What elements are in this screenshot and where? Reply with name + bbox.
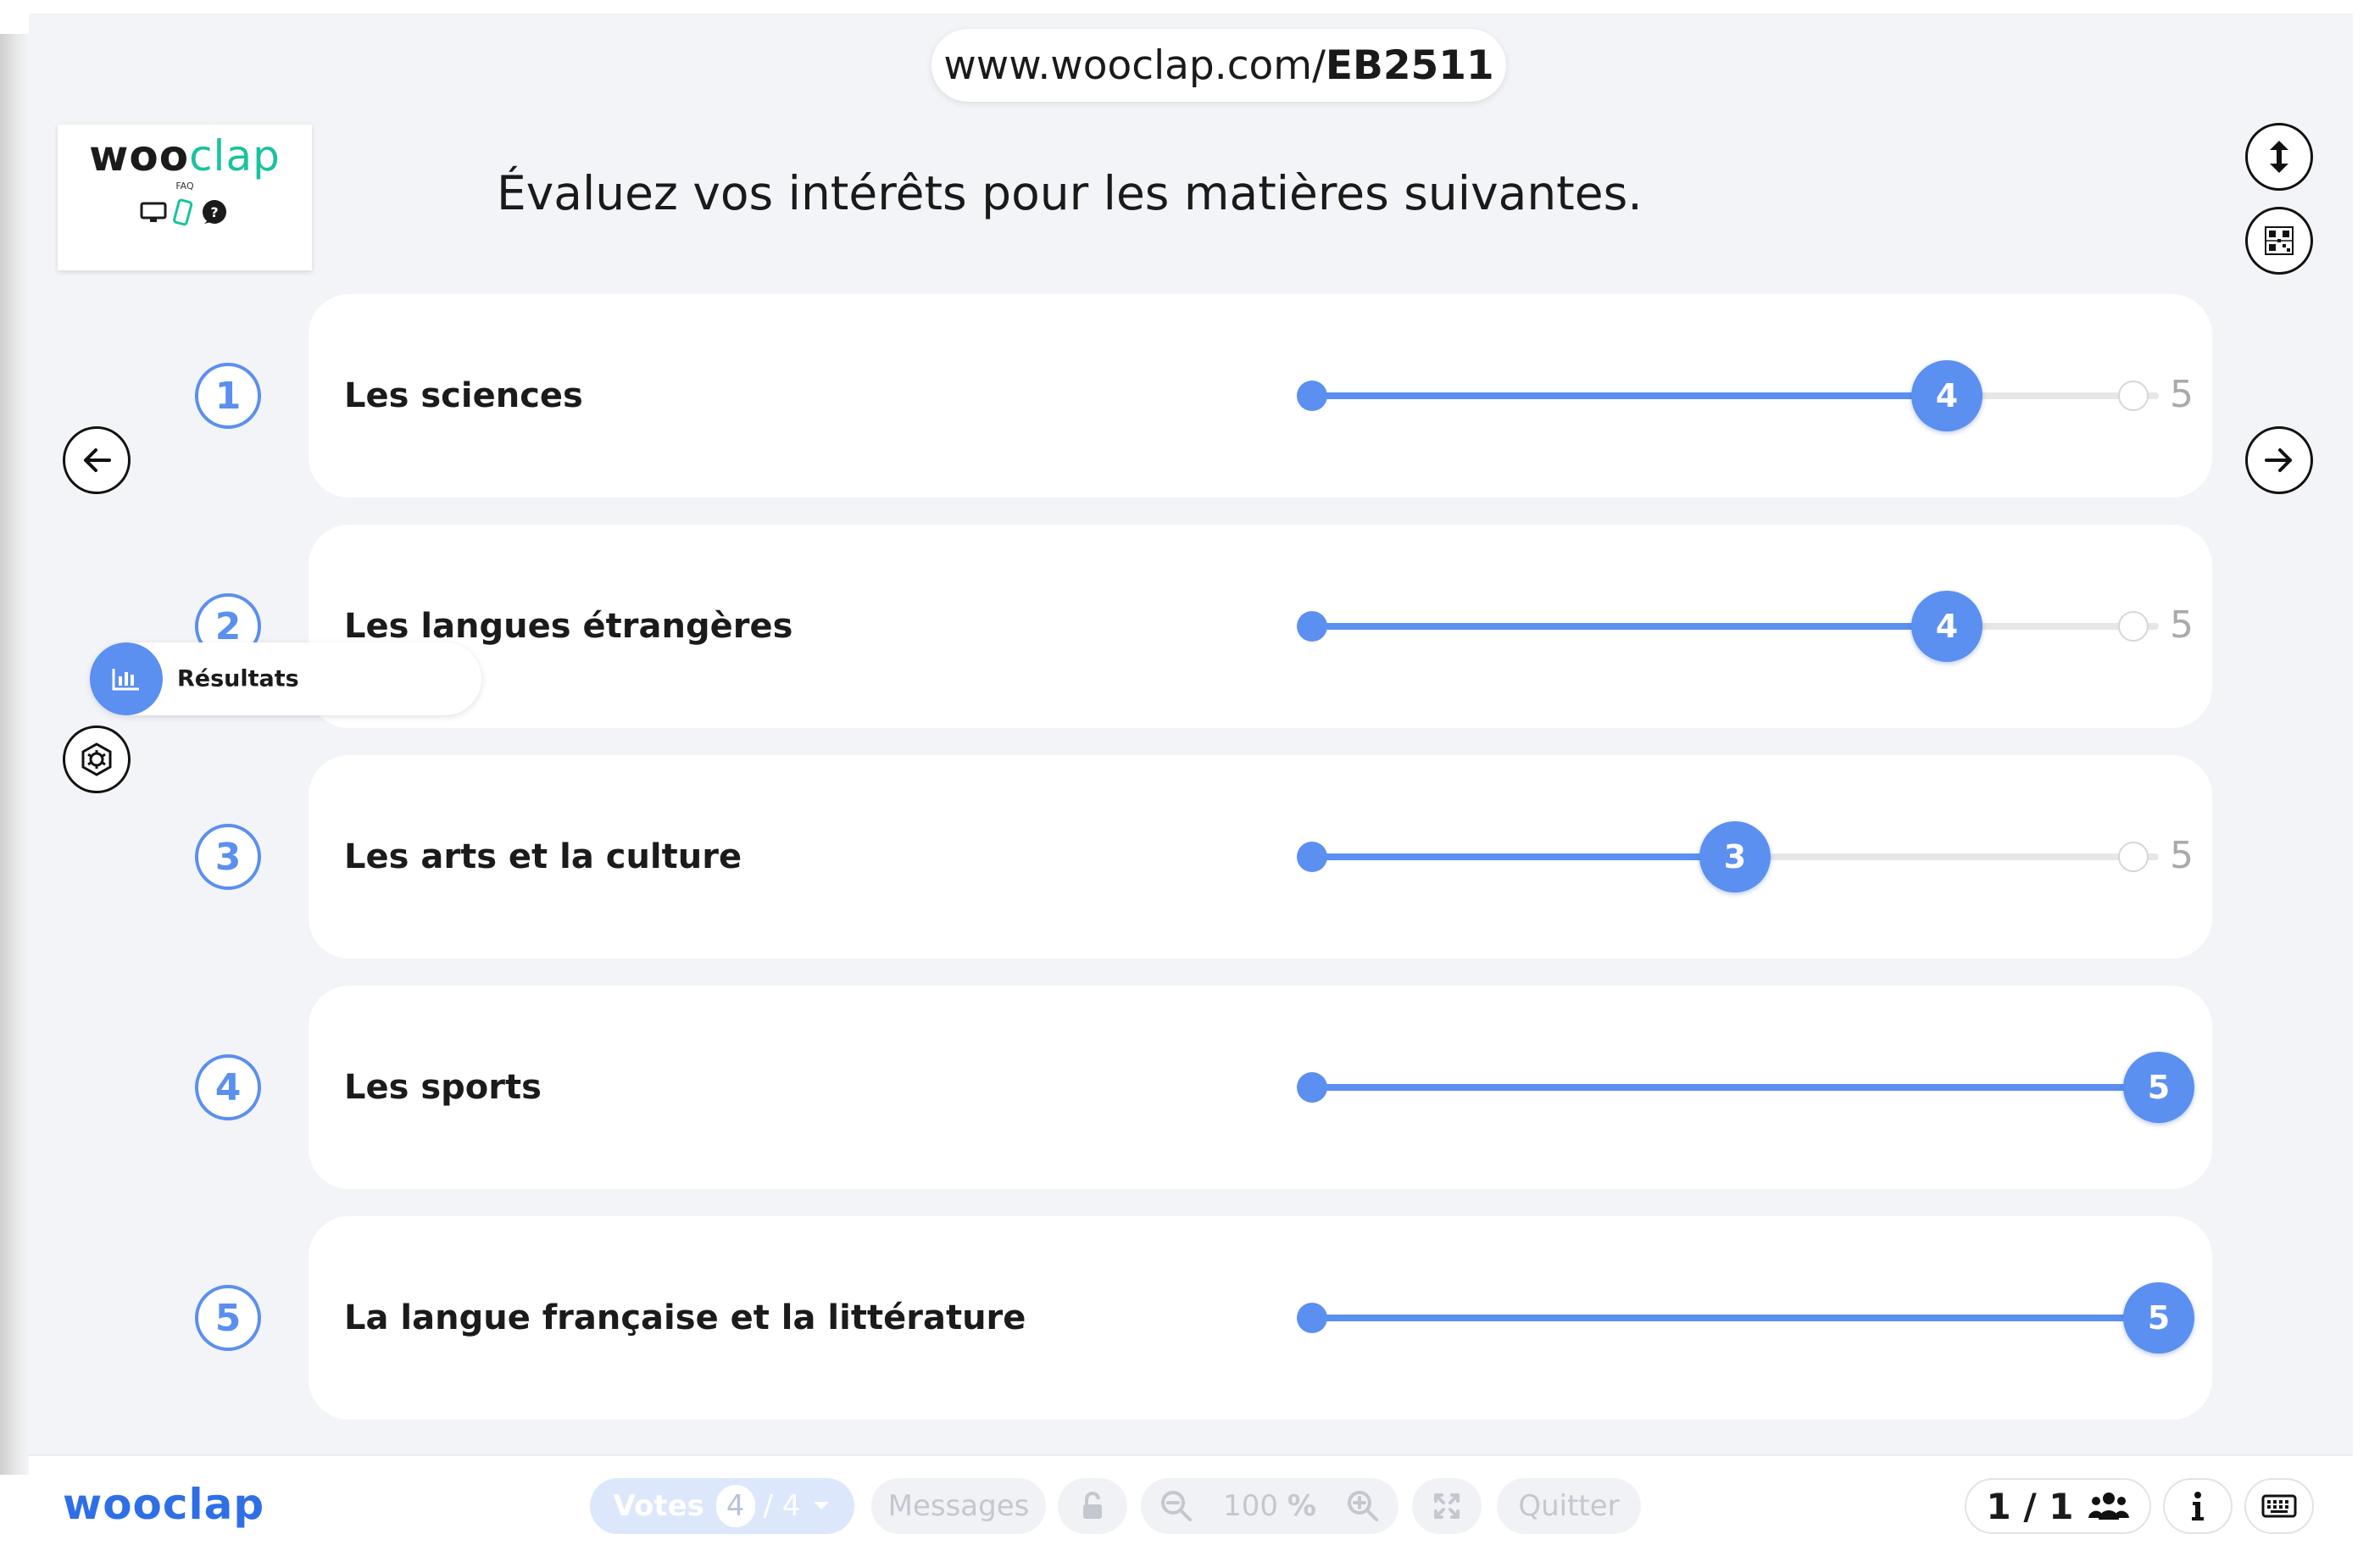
zoom-controls: 100 % <box>1141 1478 1399 1534</box>
wooclap-brand: wooclap <box>63 1480 265 1529</box>
participants-count: 1 / 1 <box>1986 1485 2074 1527</box>
device-icons: ? <box>140 198 230 227</box>
slider-start-dot <box>1297 611 1327 642</box>
users-icon <box>2088 1493 2129 1520</box>
slider-max-label: 5 <box>2170 373 2194 416</box>
keyboard-shortcuts-button[interactable] <box>2244 1478 2314 1534</box>
rating-row: Les sciences 5 4 <box>309 294 2212 498</box>
item-number-badge: 3 <box>195 824 261 890</box>
votes-toggle[interactable]: Votes 4 / 4 <box>590 1478 854 1534</box>
rating-slider-track[interactable] <box>1311 1315 2159 1321</box>
slider-max-label: 5 <box>2170 603 2194 647</box>
question-title: Évaluez vos intérêts pour les matières s… <box>497 166 1643 220</box>
arrow-left-icon <box>84 448 111 472</box>
rating-row: Les langues étrangères 5 4 <box>309 525 2212 728</box>
rating-slider-handle[interactable]: 3 <box>1699 821 1771 892</box>
vertical-arrows-icon <box>2270 141 2288 173</box>
arrow-right-icon <box>2265 448 2292 472</box>
event-code: EB2511 <box>1325 42 1494 89</box>
item-label: Les sports <box>344 1068 542 1107</box>
wooclap-faq-card[interactable]: wooclap FAQ ? <box>58 125 312 270</box>
join-url: www.wooclap.com/EB2511 <box>931 29 1506 102</box>
rating-row: La langue française et la littérature 5 <box>309 1216 2212 1420</box>
messages-label: Messages <box>887 1489 1030 1523</box>
unlock-icon <box>1083 1492 1102 1519</box>
votes-total: / 4 <box>763 1489 801 1523</box>
rating-slider-fill <box>1311 853 1735 860</box>
votes-label: Votes <box>613 1489 704 1523</box>
phone-icon <box>173 198 193 226</box>
slider-end-dot <box>2118 381 2149 411</box>
lock-button[interactable] <box>1058 1478 1127 1534</box>
join-url-prefix: www.wooclap.com/ <box>943 42 1326 89</box>
previous-question-button[interactable] <box>63 426 131 494</box>
rating-slider-handle[interactable]: 5 <box>2123 1052 2194 1123</box>
info-button[interactable] <box>2163 1478 2233 1534</box>
qr-code-button[interactable] <box>2245 207 2313 275</box>
help-bubble-icon: ? <box>203 200 226 224</box>
gear-icon <box>81 742 112 776</box>
slider-start-dot <box>1297 842 1327 872</box>
rating-slider-fill <box>1311 623 1947 630</box>
item-number-badge: 4 <box>195 1054 261 1120</box>
bottom-toolbar: wooclap Votes 4 / 4 Messages 100 % Quitt… <box>29 1454 2353 1551</box>
next-question-button[interactable] <box>2245 426 2313 494</box>
rating-slider-handle[interactable]: 5 <box>2123 1282 2194 1354</box>
slider-start-dot <box>1297 1072 1327 1103</box>
zoom-in-icon[interactable] <box>1346 1489 1380 1523</box>
messages-button[interactable]: Messages <box>871 1478 1046 1534</box>
qr-code-icon <box>2265 226 2294 255</box>
rating-slider-handle[interactable]: 4 <box>1911 591 1982 662</box>
item-label: La langue française et la littérature <box>344 1298 1026 1337</box>
rating-slider-fill <box>1311 1084 2159 1091</box>
rating-slider-handle[interactable]: 4 <box>1911 360 1982 431</box>
zoom-out-icon[interactable] <box>1159 1489 1193 1523</box>
window-edge-shadow <box>0 34 29 1475</box>
item-label: Les langues étrangères <box>344 607 793 646</box>
fullscreen-button[interactable] <box>1412 1478 1482 1534</box>
item-number-badge: 1 <box>195 363 261 429</box>
item-label: Les arts et la culture <box>344 837 742 876</box>
settings-button[interactable] <box>63 725 131 793</box>
rating-row: Les sports 5 <box>309 986 2212 1189</box>
results-icon-holder <box>90 642 163 715</box>
rating-slider-fill <box>1311 392 1947 399</box>
keyboard-icon <box>2261 1494 2297 1518</box>
item-label: Les sciences <box>344 376 583 415</box>
rating-row: Les arts et la culture 5 3 <box>309 755 2212 959</box>
rating-slider-track[interactable] <box>1311 392 2159 399</box>
quit-label: Quitter <box>1518 1489 1620 1523</box>
slider-start-dot <box>1297 381 1327 411</box>
chevron-down-icon <box>814 1502 830 1509</box>
slider-max-label: 5 <box>2170 834 2194 877</box>
rating-slider-track[interactable] <box>1311 623 2159 630</box>
faq-label: FAQ <box>175 181 194 192</box>
presentation-stage: www.wooclap.com/EB2511 wooclap FAQ ? Éva… <box>29 14 2353 1454</box>
slider-end-dot <box>2118 842 2149 872</box>
zoom-level: 100 % <box>1223 1489 1316 1523</box>
resize-button[interactable] <box>2245 123 2313 191</box>
results-label: Résultats <box>177 665 299 692</box>
results-button[interactable]: Résultats <box>90 642 481 715</box>
item-number-badge: 5 <box>195 1285 261 1351</box>
info-icon <box>2192 1492 2204 1520</box>
rating-slider-fill <box>1311 1315 2159 1321</box>
wooclap-logo: wooclap <box>89 131 281 181</box>
slider-start-dot <box>1297 1303 1327 1333</box>
expand-icon <box>1434 1493 1460 1519</box>
quit-button[interactable]: Quitter <box>1497 1478 1641 1534</box>
svg-text:?: ? <box>210 204 218 220</box>
rating-slider-track[interactable] <box>1311 1084 2159 1091</box>
desktop-icon <box>140 202 167 222</box>
votes-count: 4 <box>715 1485 755 1527</box>
bar-chart-icon <box>112 669 139 691</box>
participants-counter[interactable]: 1 / 1 <box>1965 1478 2151 1534</box>
slider-end-dot <box>2118 611 2149 642</box>
